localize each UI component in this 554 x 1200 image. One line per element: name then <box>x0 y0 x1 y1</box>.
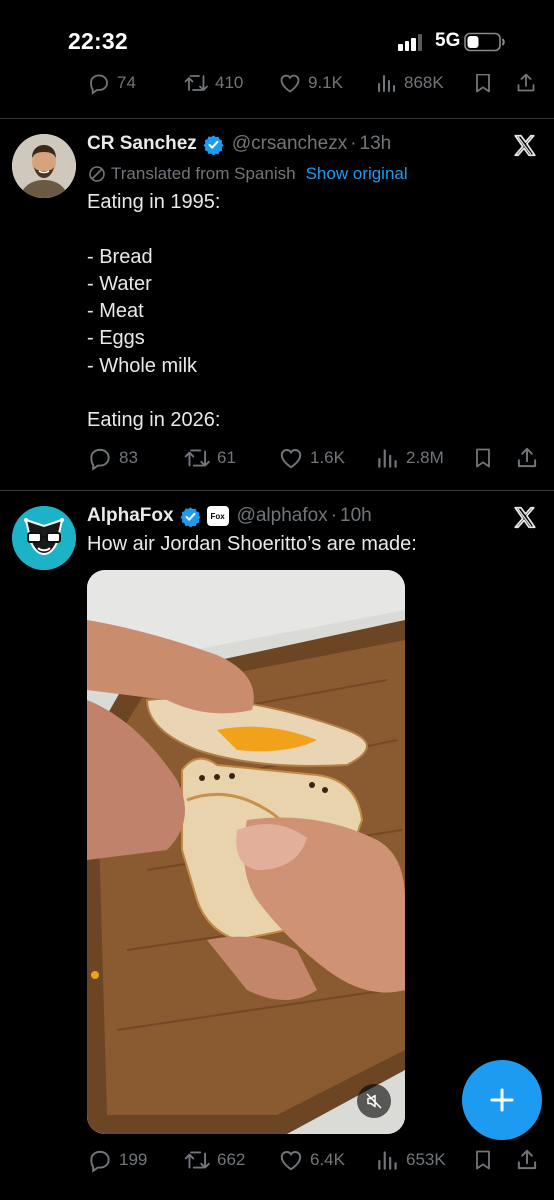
separator: · <box>330 505 338 526</box>
avatar[interactable] <box>12 506 76 570</box>
reply-count: 83 <box>119 448 138 467</box>
status-time: 22:32 <box>68 28 128 54</box>
bookmark-icon <box>476 448 490 468</box>
compose-button[interactable] <box>462 1060 542 1140</box>
mute-button[interactable] <box>357 1084 391 1118</box>
signal-icon <box>398 33 424 51</box>
like-count: 9.1K <box>308 74 343 92</box>
translation-notice: Translated from Spanish Show original <box>87 164 408 184</box>
avatar-fox-logo <box>12 506 76 570</box>
handle[interactable]: @crsanchezx <box>232 133 347 155</box>
bookmark-icon <box>476 1150 490 1170</box>
translate-icon <box>89 166 105 182</box>
tweet-divider <box>0 490 554 491</box>
views-count: 653K <box>406 1150 446 1169</box>
bookmark-button[interactable] <box>472 443 494 473</box>
like-button[interactable]: 1.6K <box>278 443 345 473</box>
like-button[interactable]: 9.1K <box>278 74 343 98</box>
verified-icon <box>203 134 224 155</box>
previous-tweet-actions: 74 410 9.1K 868K <box>0 74 554 98</box>
share-button[interactable] <box>514 74 538 98</box>
reply-count: 199 <box>119 1150 148 1169</box>
views-button[interactable]: 868K <box>376 74 444 98</box>
repost-button[interactable]: 410 <box>183 74 243 98</box>
repost-count: 662 <box>217 1150 246 1169</box>
views-count: 2.8M <box>406 448 444 467</box>
like-icon <box>280 449 302 469</box>
views-icon <box>378 75 395 92</box>
author-line: CR Sanchez @crsanchezx · 13h <box>87 133 391 155</box>
repost-icon <box>184 1151 210 1169</box>
tweet-actions: 83 61 1.6K 2.8M <box>0 443 554 473</box>
show-original-link[interactable]: Show original <box>306 164 408 184</box>
tweet-text: How air Jordan Shoeritto’s are made: <box>87 533 417 555</box>
tweet-text: Eating in 1995: - Bread - Water - Meat -… <box>87 191 221 432</box>
compose-icon <box>490 1088 514 1112</box>
timestamp[interactable]: 10h <box>340 505 372 527</box>
like-count: 1.6K <box>310 448 345 467</box>
timestamp[interactable]: 13h <box>360 133 392 155</box>
reply-icon <box>90 448 110 471</box>
repost-icon <box>184 449 210 467</box>
battery-icon <box>464 32 505 52</box>
verified-icon <box>180 506 201 527</box>
reply-icon <box>90 74 108 95</box>
display-name[interactable]: CR Sanchez <box>87 133 197 155</box>
mute-icon <box>366 1093 382 1109</box>
share-button[interactable] <box>514 1145 540 1175</box>
views-icon <box>378 1151 397 1170</box>
reply-count: 74 <box>117 74 136 92</box>
bookmark-button[interactable] <box>472 1145 494 1175</box>
like-icon <box>280 74 300 93</box>
handle[interactable]: @alphafox <box>237 505 328 527</box>
x-logo-icon[interactable] <box>512 133 538 159</box>
share-icon <box>517 447 537 468</box>
tweet-actions: 199 662 6.4K 653K <box>0 1145 554 1175</box>
like-count: 6.4K <box>310 1150 345 1169</box>
status-bar: 22:32 5G <box>0 0 554 82</box>
share-icon <box>517 1149 537 1170</box>
reply-icon <box>90 1150 110 1173</box>
views-icon <box>378 449 397 468</box>
separator: · <box>350 133 357 154</box>
network-label: 5G <box>435 30 461 51</box>
views-button[interactable]: 653K <box>376 1145 446 1175</box>
repost-button[interactable]: 61 <box>183 443 236 473</box>
author-line: AlphaFox Fox @alphafox · 10h <box>87 505 372 527</box>
reply-button[interactable]: 199 <box>87 1145 147 1175</box>
share-icon <box>517 74 535 92</box>
share-button[interactable] <box>514 443 540 473</box>
display-name[interactable]: AlphaFox <box>87 505 174 527</box>
translated-label: Translated from Spanish <box>111 164 296 183</box>
views-button[interactable]: 2.8M <box>376 443 444 473</box>
views-count: 868K <box>404 74 444 92</box>
tweet-video[interactable] <box>87 570 405 1134</box>
avatar[interactable] <box>12 134 76 198</box>
x-logo-icon[interactable] <box>512 505 538 531</box>
bookmark-button[interactable] <box>472 74 494 98</box>
reply-button[interactable]: 83 <box>87 443 138 473</box>
bookmark-icon <box>476 74 490 93</box>
repost-button[interactable]: 662 <box>183 1145 245 1175</box>
tweet-divider <box>0 118 554 119</box>
video-frame <box>87 570 405 1134</box>
like-icon <box>280 1151 302 1171</box>
avatar-photo <box>12 134 76 198</box>
repost-icon <box>184 75 208 91</box>
reply-button[interactable]: 74 <box>87 74 136 98</box>
repost-count: 61 <box>217 448 236 467</box>
like-button[interactable]: 6.4K <box>278 1145 345 1175</box>
affiliate-badge[interactable]: Fox <box>206 506 229 526</box>
repost-count: 410 <box>215 74 244 92</box>
